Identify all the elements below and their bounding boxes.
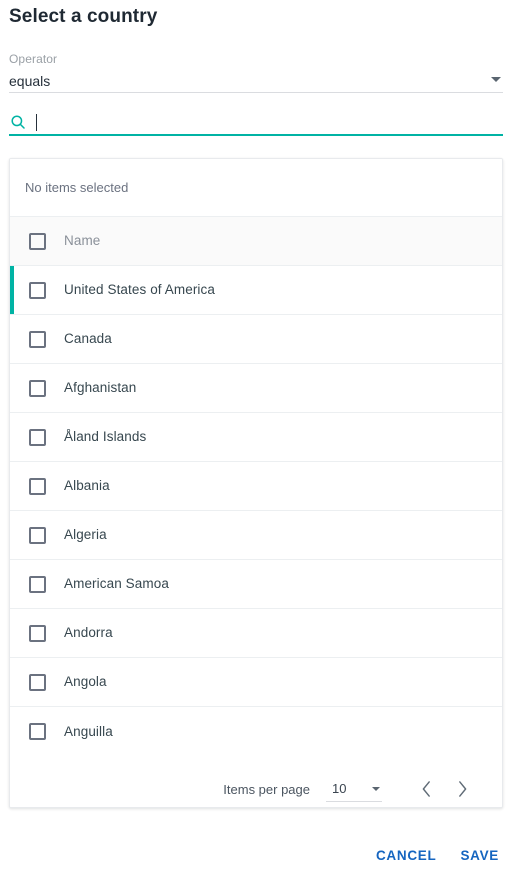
row-label: Afghanistan [64,380,137,395]
cancel-button[interactable]: CANCEL [366,840,446,871]
previous-page-button[interactable] [408,771,444,807]
row-checkbox-cell[interactable] [10,281,64,299]
operator-label: Operator [9,52,58,66]
row-checkbox[interactable] [28,477,46,495]
table-row[interactable]: Andorra [10,609,502,658]
row-checkbox[interactable] [28,723,46,740]
table-row[interactable]: Afghanistan [10,364,502,413]
operator-selected-value: equals [9,73,51,89]
operator-select[interactable]: equals [9,67,503,93]
row-checkbox-cell[interactable] [10,330,64,348]
table-row[interactable]: Albania [10,462,502,511]
table-row[interactable]: Anguilla [10,707,502,756]
row-checkbox[interactable] [28,379,46,397]
search-field[interactable] [9,110,503,136]
items-per-page-select[interactable]: 10 [326,776,382,802]
country-list-card: No items selected Name United States of … [9,158,503,808]
page-title: Select a country [9,6,158,27]
row-checkbox[interactable] [28,575,46,593]
row-checkbox[interactable] [28,526,46,544]
row-checkbox[interactable] [28,673,46,691]
items-per-page-label: Items per page [223,781,310,797]
chevron-right-icon [458,781,466,797]
table-row[interactable]: Åland Islands [10,413,502,462]
dialog-actions: CANCEL SAVE [366,840,509,871]
select-country-dialog: Select a country Operator equals No item… [0,0,515,874]
items-per-page-value: 10 [332,781,347,796]
row-label: Anguilla [64,723,113,739]
row-label: Canada [64,331,112,346]
row-label: American Samoa [64,576,169,591]
country-table: Name United States of America Canada Afg… [10,216,502,756]
chevron-down-icon [372,786,380,791]
row-label: Andorra [64,625,113,640]
row-checkbox[interactable] [28,428,46,446]
row-label: Åland Islands [64,429,147,444]
save-button[interactable]: SAVE [450,840,509,871]
table-row[interactable]: American Samoa [10,560,502,609]
row-checkbox-cell[interactable] [10,379,64,397]
search-input[interactable] [37,111,503,133]
row-label: United States of America [64,282,215,297]
search-icon [11,115,25,129]
row-checkbox-cell[interactable] [10,526,64,544]
row-checkbox[interactable] [28,330,46,348]
selection-summary: No items selected [10,159,502,216]
row-checkbox-cell[interactable] [10,428,64,446]
select-all-checkbox-cell[interactable] [10,232,64,250]
row-checkbox-cell[interactable] [10,477,64,495]
row-label: Angola [64,674,107,689]
select-all-checkbox[interactable] [28,232,46,250]
column-header-name: Name [64,233,101,248]
table-row[interactable]: Algeria [10,511,502,560]
row-label: Algeria [64,527,107,542]
table-header-row: Name [10,217,502,266]
table-row[interactable]: United States of America [10,266,502,315]
row-checkbox-cell[interactable] [10,673,64,691]
row-checkbox-cell[interactable] [10,624,64,642]
row-label: Albania [64,478,110,493]
row-checkbox-cell[interactable] [10,575,64,593]
row-checkbox[interactable] [28,281,46,299]
next-page-button[interactable] [444,771,480,807]
row-checkbox[interactable] [28,624,46,642]
table-row[interactable]: Angola [10,658,502,707]
row-checkbox-cell[interactable] [10,723,64,740]
chevron-down-icon [491,77,501,82]
operator-field: Operator equals [9,52,503,93]
paginator: Items per page 10 [10,756,502,807]
table-row[interactable]: Canada [10,315,502,364]
chevron-left-icon [422,781,430,797]
